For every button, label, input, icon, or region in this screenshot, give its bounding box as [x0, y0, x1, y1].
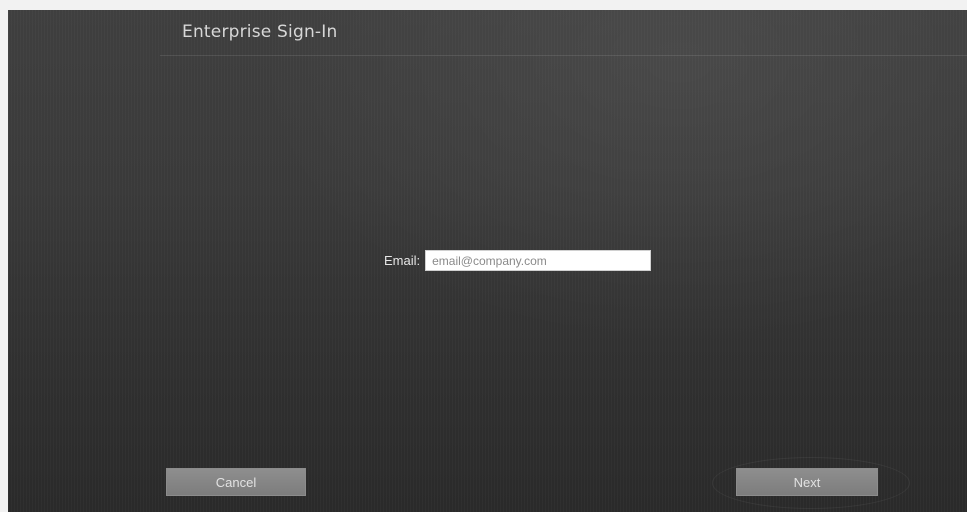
email-field[interactable] — [425, 250, 652, 271]
sign-in-screen: Enterprise Sign-In Email: Cancel Next — [8, 10, 967, 512]
email-label: Email: — [384, 253, 421, 268]
cancel-button[interactable]: Cancel — [166, 468, 306, 496]
next-button[interactable]: Next — [736, 468, 878, 496]
page-title: Enterprise Sign-In — [182, 22, 338, 42]
title-divider — [160, 55, 967, 56]
email-row: Email: — [384, 250, 652, 271]
